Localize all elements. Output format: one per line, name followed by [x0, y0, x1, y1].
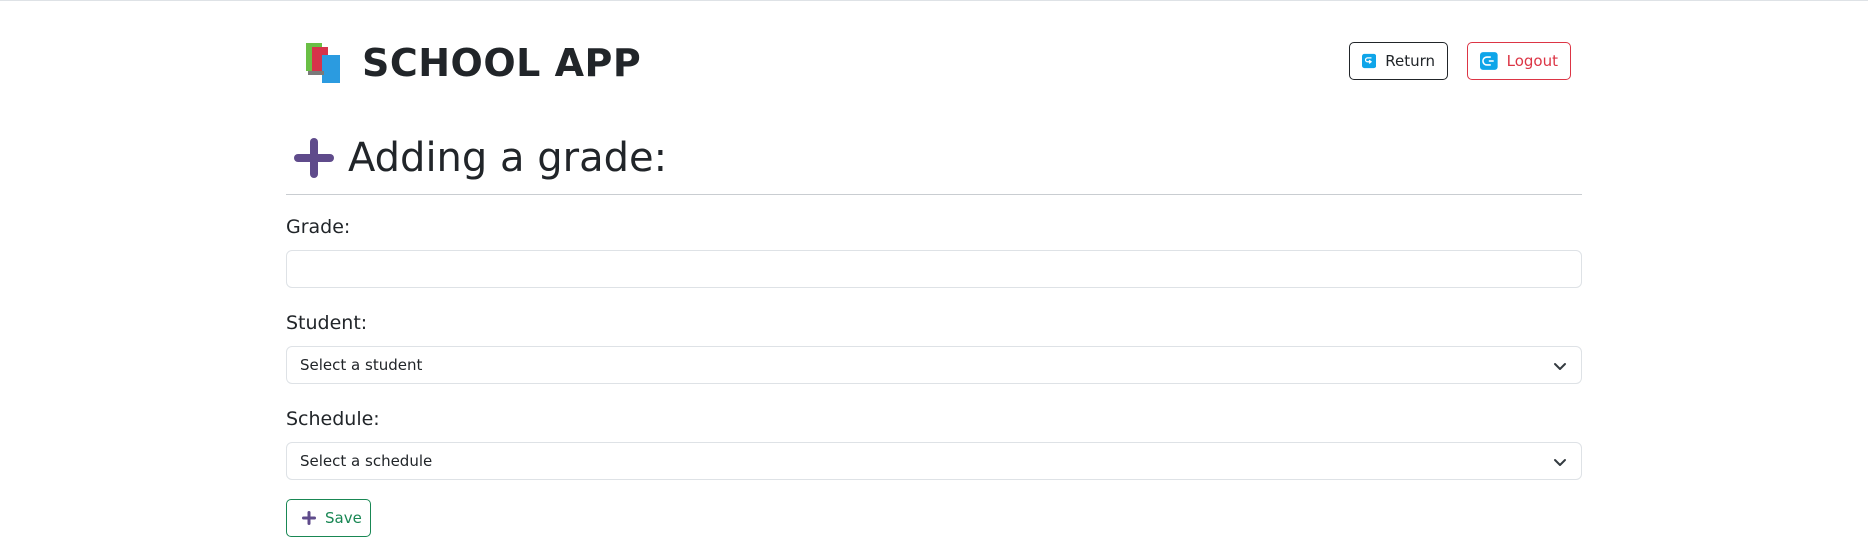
page-title: Adding a grade: [348, 135, 668, 181]
brand: SCHOOL APP [304, 41, 641, 85]
logout-button[interactable]: Logout [1467, 42, 1571, 80]
student-label: Student: [286, 312, 368, 334]
save-label: Save [325, 509, 362, 527]
student-select-value: Select a student [300, 356, 423, 374]
page-heading: Adding a grade: [292, 135, 667, 181]
logout-arrow-icon [1480, 52, 1498, 70]
books-icon [306, 43, 340, 83]
divider [286, 194, 1582, 195]
app-title: SCHOOL APP [362, 41, 642, 85]
student-select[interactable]: Select a student [286, 346, 1582, 384]
return-label: Return [1385, 52, 1435, 70]
plus-icon [302, 511, 316, 525]
grade-label: Grade: [286, 216, 351, 238]
logout-label: Logout [1506, 52, 1558, 70]
grade-input[interactable] [286, 250, 1582, 288]
chevron-down-icon [1554, 459, 1566, 466]
return-arrow-icon [1362, 53, 1377, 69]
chevron-down-icon [1554, 363, 1566, 370]
save-button[interactable]: Save [286, 499, 371, 537]
plus-icon [294, 138, 334, 178]
schedule-label: Schedule: [286, 408, 380, 430]
return-button[interactable]: Return [1349, 42, 1448, 80]
schedule-select-value: Select a schedule [300, 452, 433, 470]
schedule-select[interactable]: Select a schedule [286, 442, 1582, 480]
